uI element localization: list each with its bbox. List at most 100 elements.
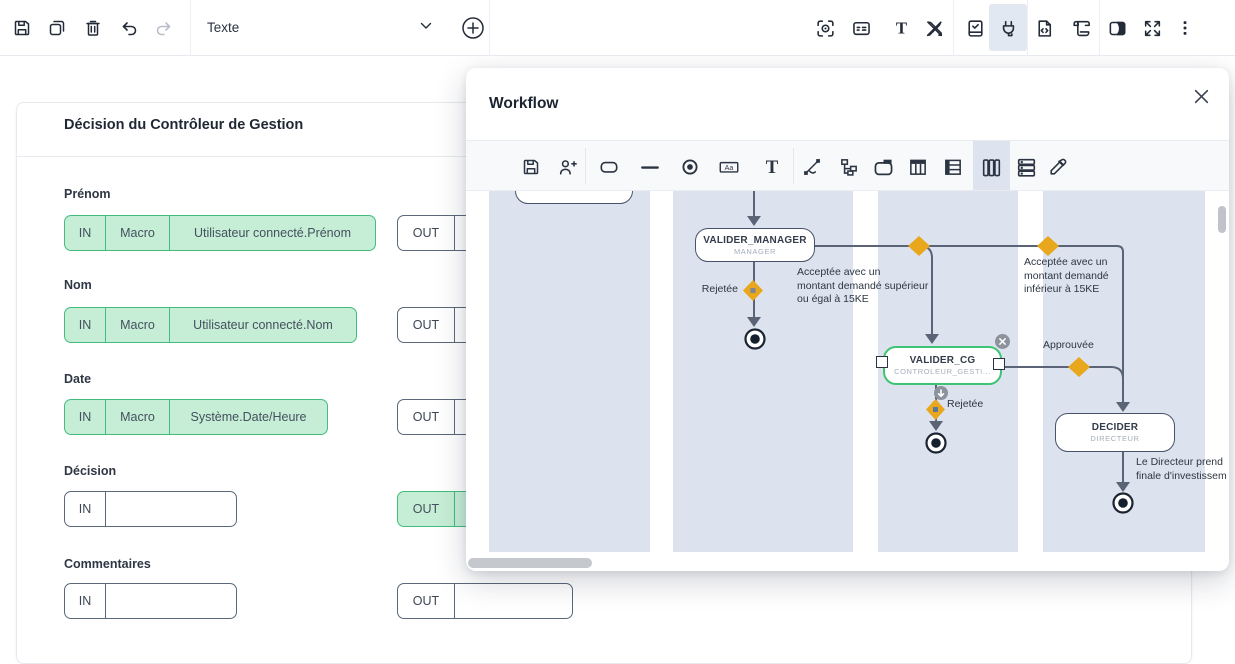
code-file-icon — [1034, 18, 1055, 39]
in-mapping-nom[interactable]: IN Macro Utilisateur connecté.Nom — [64, 307, 357, 343]
wf-eyedropper-button[interactable] — [1039, 149, 1075, 185]
connectors-layer — [466, 191, 1229, 552]
horizontal-lanes-icon — [1015, 156, 1038, 179]
gateway-diamond — [1037, 236, 1059, 256]
wf-container-button[interactable] — [865, 149, 901, 185]
wf-hierarchy-button[interactable] — [831, 149, 867, 185]
activity-node-icon — [598, 156, 620, 178]
vertical-scrollbar-thumb[interactable] — [1218, 206, 1226, 233]
wf-connector-button[interactable] — [632, 149, 668, 185]
in-mapping-date[interactable]: IN Macro Système.Date/Heure — [64, 399, 328, 435]
in-mapping-prenom[interactable]: IN Macro Utilisateur connecté.Prénom — [64, 215, 376, 251]
code-file-button[interactable] — [1027, 11, 1061, 45]
wf-table-rows-button[interactable] — [935, 149, 971, 185]
svg-text:T: T — [895, 18, 906, 37]
wf-add-person-button[interactable] — [549, 149, 585, 185]
macro-tag: Macro — [106, 308, 170, 342]
element-type-select[interactable]: Texte — [191, 0, 488, 55]
select-path-icon — [801, 156, 823, 178]
label-rejetee-manager: Rejetée — [676, 283, 738, 297]
wf-label-button[interactable]: Aa — [711, 149, 747, 185]
arrow-down-icon — [937, 389, 945, 398]
label-line: Acceptée avec un — [797, 266, 928, 280]
arrowhead — [1116, 482, 1130, 492]
wf-text-button[interactable]: T — [754, 149, 790, 185]
delete-button[interactable] — [76, 11, 110, 45]
mapping-value: Système.Date/Heure — [170, 400, 327, 434]
duplicate-button[interactable] — [40, 11, 74, 45]
workflow-toolbar: Aa T — [466, 140, 1229, 191]
container-icon — [872, 156, 895, 179]
resize-handle-right[interactable] — [993, 358, 1005, 370]
undo-button[interactable] — [112, 11, 146, 45]
wf-activity-node-button[interactable] — [591, 149, 627, 185]
out-tag: OUT — [398, 584, 455, 618]
horizontal-scrollbar-thumb[interactable] — [468, 558, 592, 568]
hierarchy-icon — [838, 156, 860, 178]
redo-icon — [154, 18, 174, 38]
in-tag: IN — [65, 492, 106, 526]
palette-button[interactable] — [1100, 11, 1134, 45]
label-line: Le Directeur prend — [1136, 456, 1227, 470]
node-valider-manager[interactable]: VALIDER_MANAGER MANAGER — [695, 228, 815, 262]
in-tag: IN — [65, 216, 106, 250]
field-label-date: Date — [64, 372, 91, 386]
wf-vertical-lanes-button[interactable] — [973, 149, 1009, 185]
label-rejetee-cg: Rejetée — [947, 398, 983, 412]
out-tag: OUT — [398, 492, 455, 526]
mapping-value — [106, 584, 236, 618]
script-button[interactable] — [1064, 11, 1098, 45]
divider — [953, 0, 954, 55]
design-tools-button[interactable] — [917, 11, 951, 45]
add-element-button[interactable] — [456, 11, 490, 45]
node-decider[interactable]: DECIDER DIRECTEUR — [1055, 413, 1175, 452]
save-icon — [12, 18, 32, 38]
id-card-button[interactable] — [844, 11, 878, 45]
kebab-menu-icon — [1175, 18, 1195, 38]
node-subtitle: CONTROLEUR_GESTI... — [894, 367, 991, 376]
plug-button[interactable] — [991, 11, 1025, 45]
text-tool-button[interactable]: T — [884, 11, 918, 45]
in-mapping-commentaires[interactable]: IN — [64, 583, 237, 619]
label-line: ou égal à 15KE — [797, 293, 928, 307]
plug-icon — [998, 18, 1019, 39]
save-button[interactable] — [5, 11, 39, 45]
app-toolbar: Texte T — [0, 0, 1235, 56]
resize-handle-left[interactable] — [876, 356, 888, 368]
out-tag: OUT — [398, 400, 455, 434]
in-tag: IN — [65, 308, 106, 342]
label-line: inférieur à 15KE — [1024, 283, 1109, 297]
wf-save-button[interactable] — [513, 149, 549, 185]
label-icon: Aa — [717, 155, 741, 179]
more-options-button[interactable] — [1168, 11, 1202, 45]
label-line: montant demandé — [1024, 270, 1109, 284]
form-title: Décision du Contrôleur de Gestion — [64, 117, 303, 133]
close-panel-button[interactable] — [1188, 83, 1214, 109]
label-approuvee: Approuvée — [1043, 339, 1094, 353]
fullscreen-button[interactable] — [1135, 11, 1169, 45]
focus-preview-button[interactable] — [808, 11, 842, 45]
label-line: finale d'investissem — [1136, 470, 1227, 484]
add-below-button[interactable] — [934, 386, 948, 400]
node-title: VALIDER_MANAGER — [703, 235, 806, 246]
wf-table-columns-button[interactable] — [900, 149, 936, 185]
workflow-diagram-canvas[interactable]: VALIDER_MANAGER MANAGER VALIDER_CG CONTR… — [466, 191, 1229, 552]
wf-end-node-button[interactable] — [672, 149, 708, 185]
trash-icon — [83, 18, 103, 38]
undo-icon — [119, 18, 139, 38]
wf-select-path-button[interactable] — [794, 149, 830, 185]
table-rows-icon — [942, 156, 964, 178]
svg-text:Aa: Aa — [725, 164, 734, 172]
out-mapping-commentaires[interactable]: OUT — [397, 583, 573, 619]
redo-button[interactable] — [147, 11, 181, 45]
node-valider-cg[interactable]: VALIDER_CG CONTROLEUR_GESTI... — [883, 346, 1002, 385]
book-check-button[interactable] — [958, 11, 992, 45]
label-acceptee-inferieur: Acceptée avec un montant demandé inférie… — [1024, 256, 1109, 297]
label-line: Acceptée avec un — [1024, 256, 1109, 270]
eyedropper-icon — [1047, 157, 1068, 178]
in-mapping-decision[interactable]: IN — [64, 491, 237, 527]
cut-off-node[interactable] — [515, 191, 633, 204]
delete-node-button[interactable] — [995, 334, 1010, 349]
node-subtitle: DIRECTEUR — [1090, 434, 1139, 443]
field-label-commentaires: Commentaires — [64, 557, 151, 571]
